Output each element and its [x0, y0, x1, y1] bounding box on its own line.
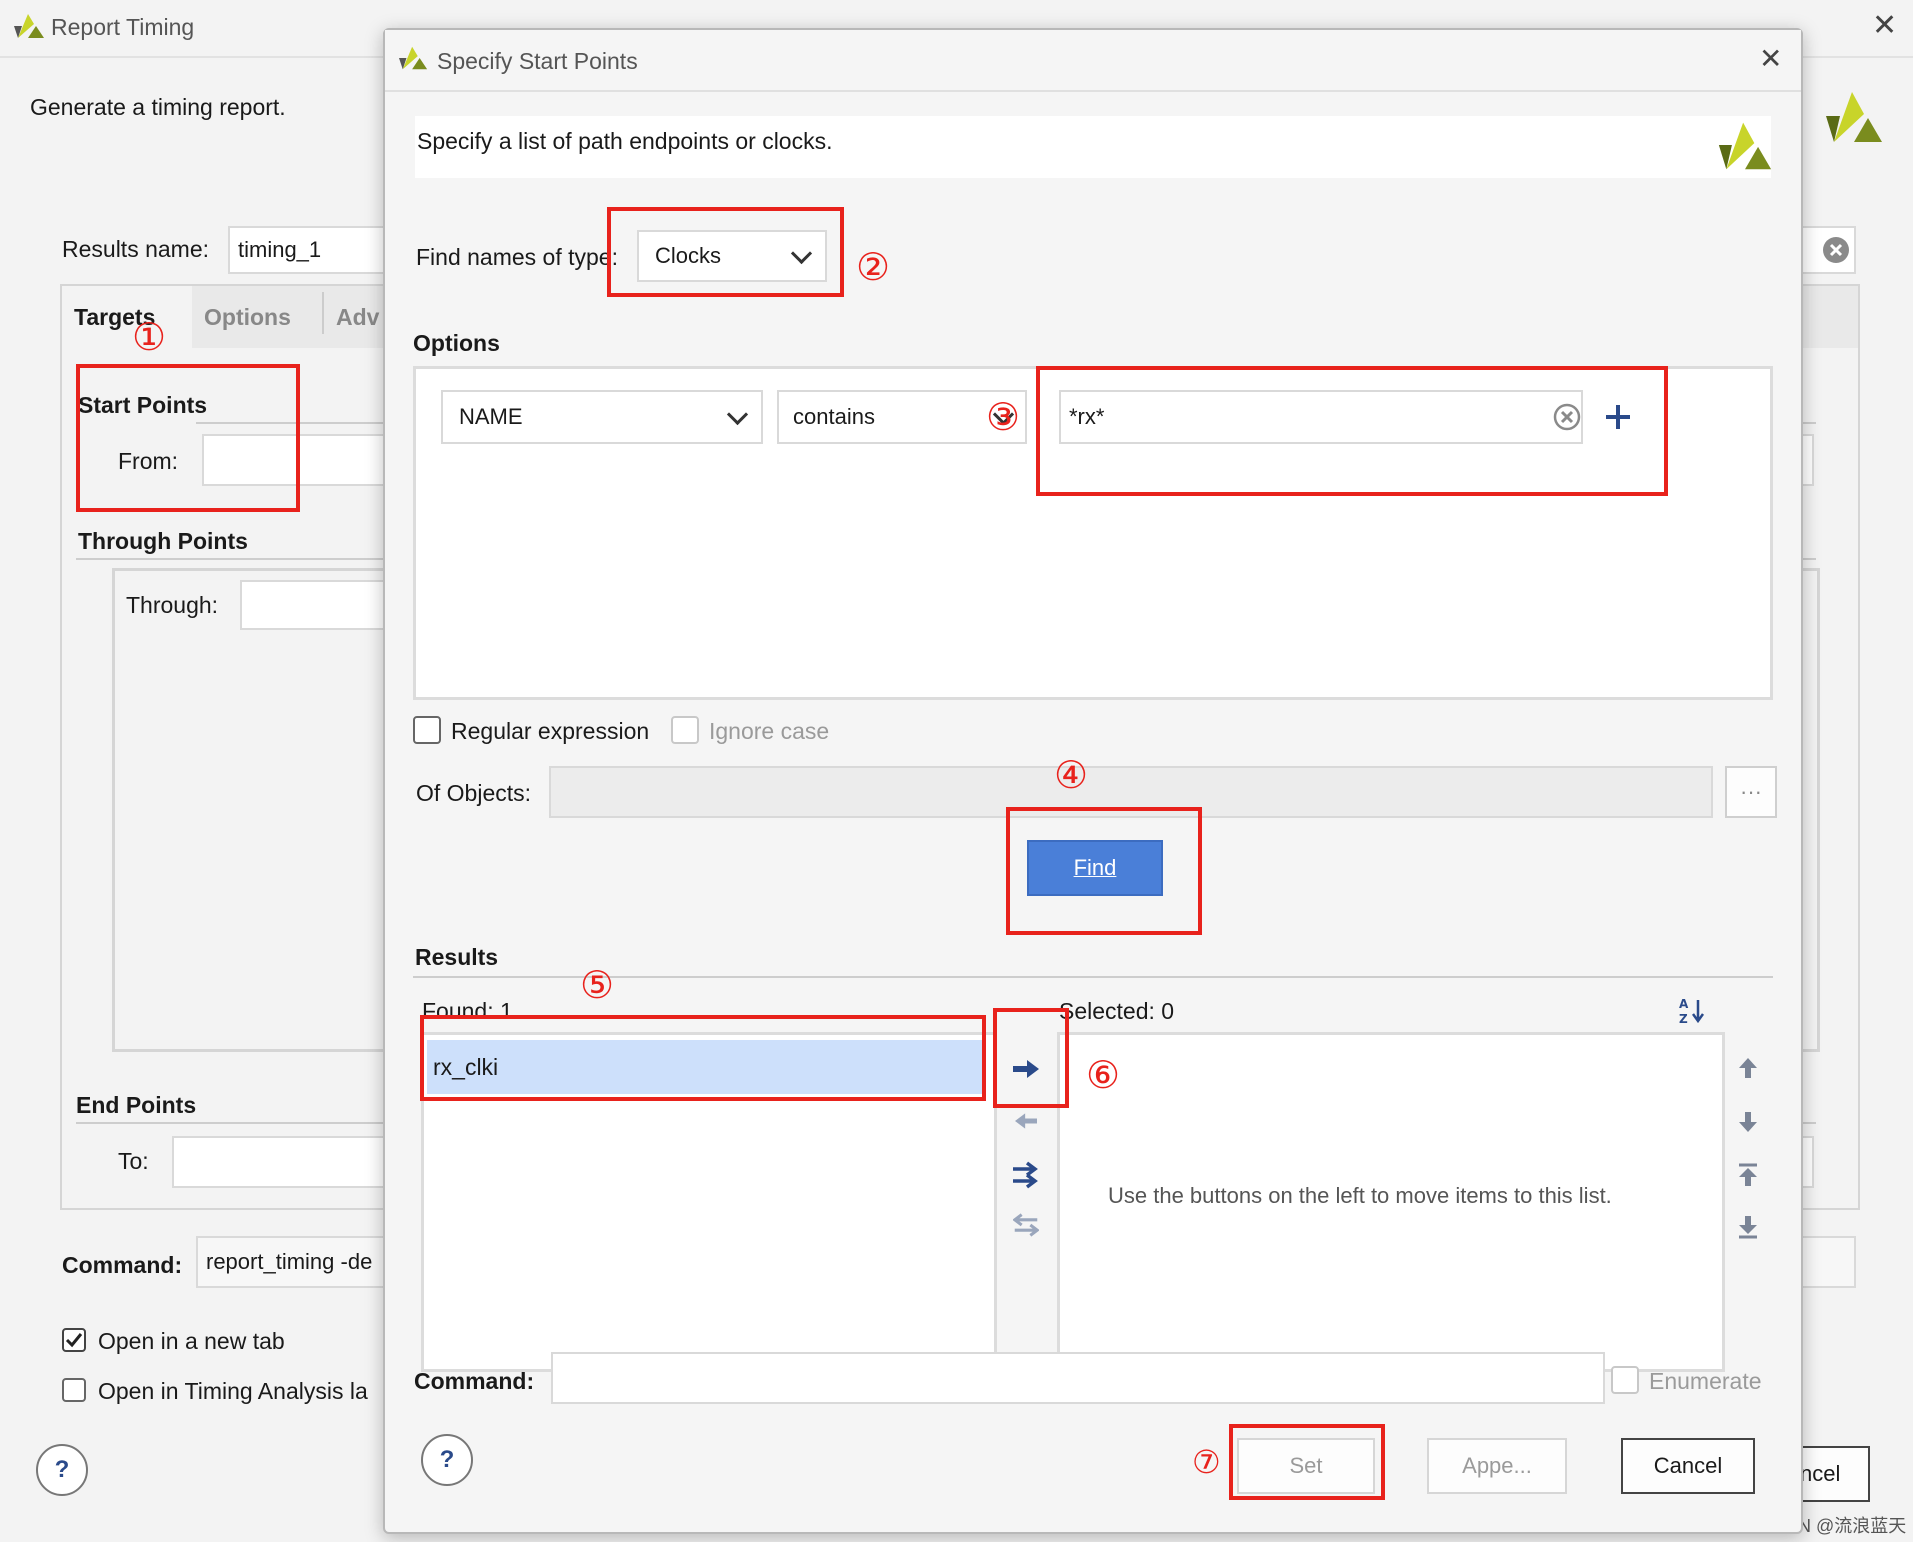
clear-icon[interactable]: [1822, 236, 1850, 264]
annotation-marker-5: ⑤: [580, 963, 615, 1007]
move-bottom-icon[interactable]: [1737, 1214, 1759, 1240]
bg-description: Generate a timing report.: [30, 94, 286, 120]
enumerate-label: Enumerate: [1649, 1368, 1762, 1394]
results-separator: [413, 976, 1773, 978]
svg-text:Z: Z: [1679, 1012, 1688, 1026]
options-heading: Options: [413, 330, 500, 356]
find-type-label: Find names of type:: [416, 244, 618, 270]
dialog-titlebar: Specify Start Points ✕: [385, 30, 1801, 92]
checkmark-icon: [65, 1333, 83, 1348]
property-select[interactable]: NAME: [441, 390, 763, 444]
set-button: Set: [1237, 1438, 1375, 1494]
description-banner: Specify a list of path endpoints or cloc…: [415, 116, 1772, 178]
ignore-case-label: Ignore case: [709, 718, 830, 744]
to-label: To:: [118, 1148, 149, 1174]
annotation-marker-6: ⑥: [1086, 1053, 1121, 1097]
move-down-icon[interactable]: [1737, 1110, 1759, 1134]
results-name-input[interactable]: timing_1: [228, 226, 388, 274]
through-points-heading: Through Points: [78, 528, 248, 554]
selected-list[interactable]: Use the buttons on the left to move item…: [1057, 1032, 1725, 1372]
open-timing-checkbox[interactable]: [62, 1378, 86, 1402]
move-all-left-icon[interactable]: [1013, 1212, 1039, 1238]
bg-window-title: Report Timing: [51, 14, 195, 40]
through-input[interactable]: [240, 580, 400, 630]
open-new-tab-label[interactable]: Open in a new tab: [98, 1328, 285, 1355]
bg-close-icon[interactable]: ✕: [1872, 8, 1897, 43]
dialog-app-logo-icon: [399, 46, 428, 70]
find-type-select[interactable]: Clocks: [637, 230, 827, 282]
move-top-icon[interactable]: [1737, 1162, 1759, 1188]
command-label: Command:: [414, 1368, 535, 1394]
regex-checkbox[interactable]: [413, 716, 441, 744]
cancel-button[interactable]: Cancel: [1621, 1438, 1755, 1494]
open-new-tab-checkbox[interactable]: [62, 1328, 86, 1352]
move-up-icon[interactable]: [1737, 1056, 1759, 1080]
of-objects-label: Of Objects:: [416, 780, 532, 806]
results-heading: Results: [415, 944, 499, 970]
end-points-heading: End Points: [76, 1092, 197, 1118]
enumerate-checkbox: [1611, 1366, 1639, 1394]
selected-count: Selected: 0: [1059, 998, 1175, 1024]
of-objects-browse-button[interactable]: ···: [1725, 766, 1777, 818]
help-button[interactable]: ?: [421, 1434, 473, 1486]
through-label: Through:: [126, 592, 219, 618]
list-item[interactable]: rx_clki: [427, 1040, 983, 1094]
chevron-down-icon: [726, 403, 749, 425]
command-input[interactable]: [551, 1352, 1605, 1404]
bg-command-label: Command:: [62, 1252, 183, 1278]
append-button: Appe...: [1427, 1438, 1567, 1494]
annotation-marker-3: ③: [986, 395, 1021, 439]
chevron-down-icon: [790, 242, 813, 264]
add-condition-icon[interactable]: [1603, 402, 1633, 432]
tab-advanced[interactable]: Adv: [336, 304, 379, 331]
from-input[interactable]: [202, 434, 402, 486]
app-logo-icon: [14, 14, 44, 38]
tab-options[interactable]: Options: [204, 304, 291, 331]
of-objects-input: [549, 766, 1713, 818]
tab-divider: [322, 292, 324, 334]
bg-command-field: report_timing -de: [196, 1236, 406, 1288]
start-points-heading: Start Points: [78, 392, 208, 418]
annotation-marker-1: ①: [132, 315, 167, 359]
move-left-icon[interactable]: [1013, 1110, 1039, 1132]
pattern-input[interactable]: *rx*: [1059, 390, 1583, 444]
bg-logo-icon: [1826, 92, 1882, 142]
move-all-right-icon[interactable]: [1011, 1160, 1041, 1190]
svg-text:A: A: [1679, 997, 1689, 1011]
selected-placeholder: Use the buttons on the left to move item…: [1108, 1183, 1612, 1208]
results-name-label: Results name:: [62, 236, 210, 262]
annotation-marker-4: ④: [1054, 753, 1089, 797]
dialog-logo-icon: [1718, 122, 1772, 170]
open-timing-label[interactable]: Open in Timing Analysis la: [98, 1378, 368, 1405]
sort-az-icon[interactable]: A Z: [1679, 996, 1705, 1026]
found-count: Found: 1: [422, 998, 513, 1024]
ignore-case-checkbox: [671, 716, 699, 744]
find-button[interactable]: Find: [1027, 840, 1163, 896]
to-input[interactable]: [172, 1136, 402, 1188]
clear-pattern-icon[interactable]: [1553, 403, 1581, 431]
dialog-close-icon[interactable]: ✕: [1759, 42, 1782, 75]
from-label: From:: [118, 448, 179, 474]
tab-targets[interactable]: Targets: [62, 286, 192, 348]
dialog-title: Specify Start Points: [437, 48, 638, 74]
bg-help-button[interactable]: ?: [36, 1444, 88, 1496]
annotation-marker-2: ②: [856, 245, 891, 289]
specify-start-points-dialog: Specify Start Points ✕ Specify a list of…: [383, 28, 1803, 1534]
regex-label[interactable]: Regular expression: [451, 718, 649, 745]
annotation-marker-7: ⑦: [1192, 1443, 1221, 1481]
move-right-icon[interactable]: [1011, 1056, 1041, 1082]
